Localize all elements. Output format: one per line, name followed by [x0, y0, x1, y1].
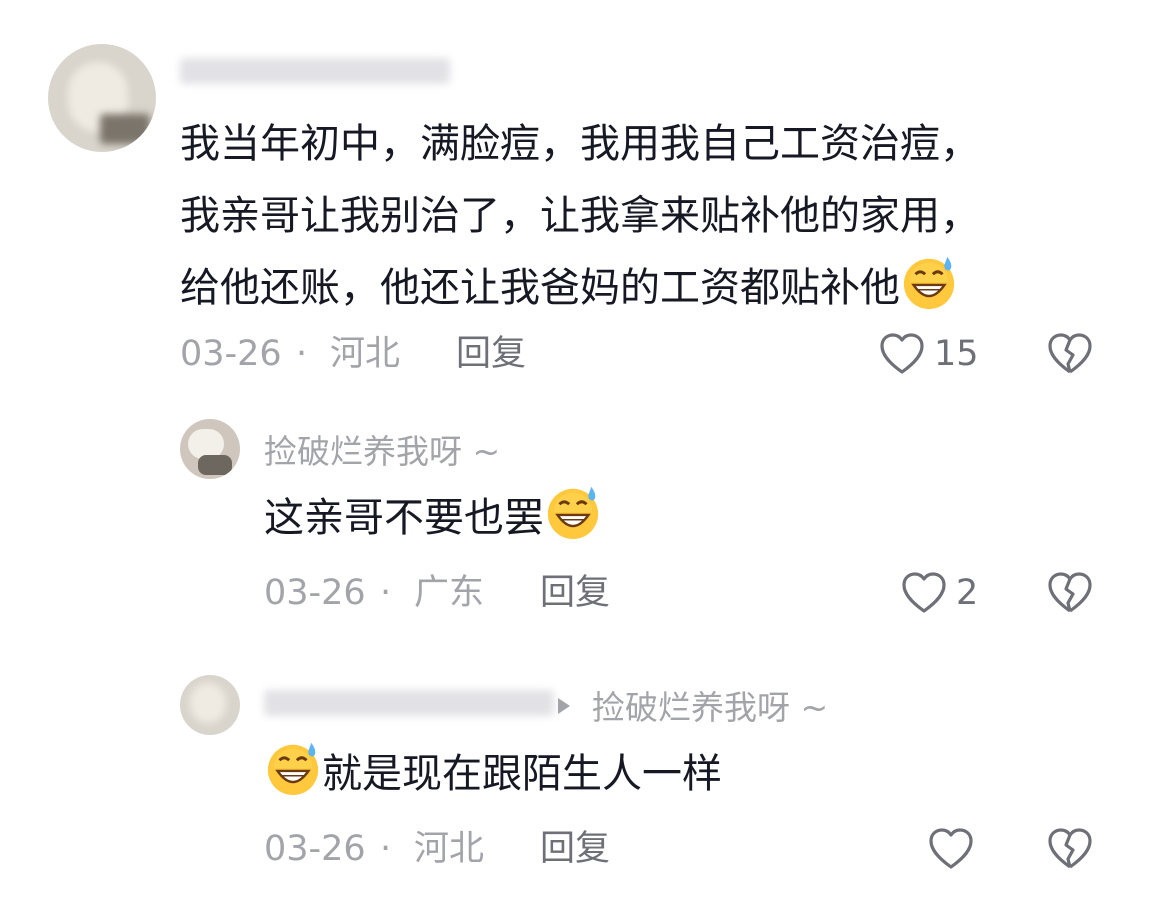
comment-region: 河北	[330, 334, 401, 374]
meta-separator: ·	[380, 829, 392, 869]
like-count: 15	[934, 334, 979, 374]
reply-date: 03-26	[264, 573, 366, 613]
heart-outline-icon[interactable]	[878, 330, 926, 378]
triangle-right-icon	[556, 696, 572, 716]
reply-username[interactable]: 捡破烂养我呀 ~	[264, 432, 500, 472]
reply-text: 就是现在跟陌生人一样	[264, 738, 722, 810]
comment-text-line-3: 给他还账，他还让我爸妈的工资都贴补他	[180, 252, 958, 324]
reply-region: 广东	[414, 573, 485, 613]
avatar[interactable]	[48, 44, 156, 152]
reply-region: 河北	[414, 829, 485, 869]
reply-button[interactable]: 回复	[540, 829, 610, 869]
comment-text-line-1: 我当年初中，满脸痘，我用我自己工资治痘，	[180, 121, 980, 167]
reply-to-username[interactable]: 捡破烂养我呀 ~	[592, 688, 828, 728]
broken-heart-icon[interactable]	[1046, 825, 1094, 873]
reply-button[interactable]: 回复	[456, 334, 526, 374]
username-redacted[interactable]	[264, 690, 554, 716]
grinning-sweat-emoji-icon	[267, 742, 319, 796]
comment-date: 03-26	[180, 334, 282, 374]
grinning-sweat-emoji-icon	[547, 486, 599, 540]
reply-date: 03-26	[264, 829, 366, 869]
reply-text-content: 这亲哥不要也罢	[264, 495, 544, 541]
meta-separator: ·	[296, 334, 308, 374]
heart-outline-icon[interactable]	[900, 569, 948, 617]
username-redacted[interactable]	[180, 58, 450, 84]
grinning-sweat-emoji-icon	[903, 256, 955, 310]
comment-text: 给他还账，他还让我爸妈的工资都贴补他	[180, 265, 900, 311]
like-count: 2	[956, 573, 979, 613]
meta-separator: ·	[380, 573, 392, 613]
reply-text-content: 就是现在跟陌生人一样	[322, 751, 722, 797]
avatar[interactable]	[180, 675, 240, 735]
heart-outline-icon[interactable]	[927, 825, 975, 873]
comment-text-line-2: 我亲哥让我别治了，让我拿来贴补他的家用，	[180, 193, 980, 239]
reply-text: 这亲哥不要也罢	[264, 482, 602, 554]
reply-button[interactable]: 回复	[540, 573, 610, 613]
avatar[interactable]	[180, 419, 240, 479]
broken-heart-icon[interactable]	[1046, 569, 1094, 617]
broken-heart-icon[interactable]	[1046, 330, 1094, 378]
